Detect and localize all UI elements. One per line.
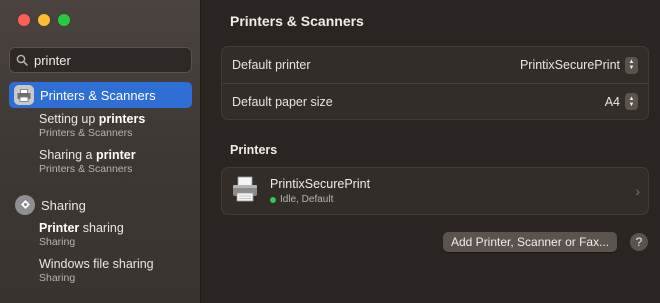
sharing-icon (15, 195, 35, 215)
stepper-icon: ▲ ▼ (625, 56, 638, 74)
window-controls (18, 14, 70, 26)
default-printer-select[interactable]: PrintixSecurePrint ▲ ▼ (520, 56, 638, 74)
search-result-sharing-a-printer[interactable]: Sharing a printer Printers & Scanners (39, 148, 136, 176)
help-button[interactable]: ? (630, 233, 648, 251)
search-field[interactable] (9, 47, 217, 73)
search-result-printer-sharing[interactable]: Printer sharing Sharing (39, 221, 124, 249)
main-pane: Printers & Scanners Default printer Prin… (202, 0, 660, 303)
printers-heading: Printers (230, 143, 278, 157)
sidebar-item-sharing[interactable]: Sharing (15, 195, 86, 215)
printer-name: PrintixSecurePrint (270, 177, 371, 191)
sidebar: Printers & Scanners Setting up printers … (0, 0, 217, 303)
default-paper-size-label: Default paper size (232, 94, 333, 109)
printer-list-item[interactable]: PrintixSecurePrint Idle, Default › (222, 168, 648, 214)
printers-list: PrintixSecurePrint Idle, Default › (221, 167, 649, 215)
minimize-window-button[interactable] (38, 14, 50, 26)
search-icon (16, 53, 28, 67)
search-result-windows-file-sharing[interactable]: Windows file sharing Sharing (39, 257, 154, 285)
search-input[interactable] (34, 52, 210, 68)
add-printer-button[interactable]: Add Printer, Scanner or Fax... (443, 232, 618, 252)
default-paper-size-select[interactable]: A4 ▲ ▼ (605, 93, 638, 110)
printer-icon (230, 174, 260, 209)
close-window-button[interactable] (18, 14, 30, 26)
default-printer-row: Default printer PrintixSecurePrint ▲ ▼ (222, 47, 648, 83)
printer-icon (14, 85, 34, 105)
sidebar-item-printers-scanners[interactable]: Printers & Scanners (9, 82, 192, 108)
search-result-setting-up-printers[interactable]: Setting up printers Printers & Scanners (39, 112, 145, 140)
chevron-right-icon[interactable]: › (635, 183, 640, 199)
default-printer-label: Default printer (232, 58, 311, 72)
status-idle-icon (270, 196, 276, 203)
page-title: Printers & Scanners (230, 13, 364, 29)
sidebar-item-label: Printers & Scanners (40, 87, 156, 103)
defaults-group: Default printer PrintixSecurePrint ▲ ▼ De… (221, 46, 649, 120)
default-paper-size-row: Default paper size A4 ▲ ▼ (222, 83, 648, 119)
zoom-window-button[interactable] (58, 14, 70, 26)
stepper-icon: ▲ ▼ (625, 93, 638, 110)
printer-status: Idle, Default (280, 194, 334, 205)
